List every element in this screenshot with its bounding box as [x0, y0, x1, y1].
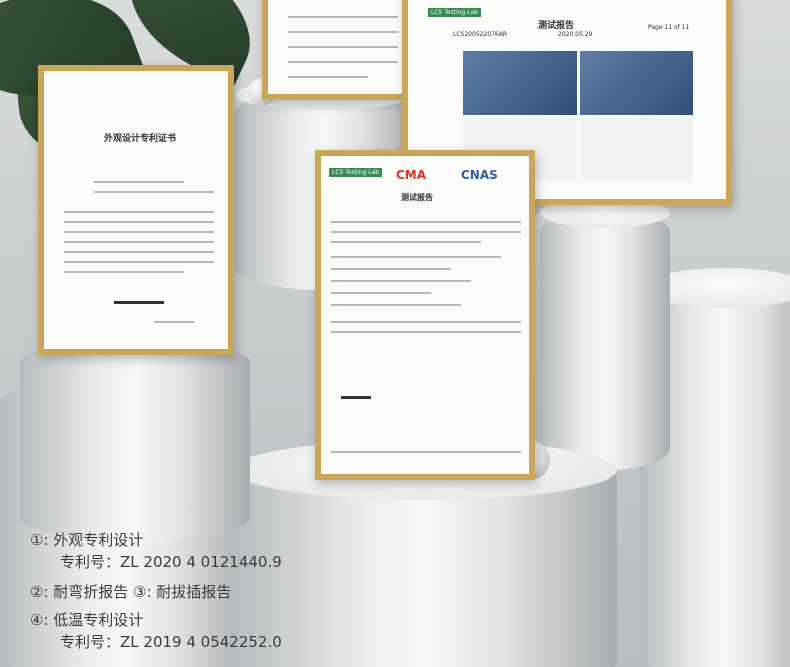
signature-line [341, 396, 371, 399]
report-title: 测试报告 [401, 193, 433, 202]
text-line [331, 268, 451, 270]
caption-line-1: ①: 外观专利设计 [30, 531, 144, 549]
text-line [331, 231, 521, 233]
text-line [64, 271, 184, 273]
text-line [331, 304, 461, 306]
text-line [288, 76, 368, 78]
text-line [94, 191, 214, 193]
patent-certificate-frame: 外观设计专利证书 [38, 65, 234, 355]
test-report-frame: LCS Testing Lab CMA CNAS 测试报告 [315, 150, 535, 480]
product-photo-scene: 外观设计专利证书 LCS Testing Lab 测试报告 LCS2005220… [0, 0, 790, 667]
text-line [331, 280, 471, 282]
pillar-middle-right [540, 210, 670, 470]
text-line [64, 211, 214, 213]
text-line [64, 251, 214, 253]
text-line [288, 31, 398, 33]
test-photo [579, 117, 693, 181]
caption-line-5: 专利号：ZL 2019 4 0542252.0 [60, 633, 282, 651]
text-line [331, 241, 481, 243]
report-number: LCS200522076AR [453, 31, 507, 38]
flowchart-report [268, 0, 416, 94]
patent-certificate: 外观设计专利证书 [44, 71, 228, 349]
text-line [288, 46, 398, 48]
pillar-left [20, 340, 250, 540]
test-photo [579, 51, 693, 115]
cnas-mark: CNAS [461, 168, 498, 182]
caption-line-3: ②: 耐弯折报告 ③: 耐拔插报告 [30, 583, 232, 601]
text-line [64, 261, 214, 263]
text-line [64, 231, 214, 233]
text-line [154, 321, 194, 323]
text-line [331, 256, 501, 258]
caption-line-4: ④: 低温专利设计 [30, 611, 144, 629]
text-line [331, 321, 521, 323]
text-line [331, 451, 521, 453]
signature-line [114, 301, 164, 304]
lcs-logo: LCS Testing Lab [428, 8, 482, 17]
report-page: Page 11 of 11 [648, 24, 690, 31]
patent-certificate-title: 外观设计专利证书 [104, 134, 177, 144]
flowchart-report-frame [262, 0, 422, 100]
report-title: 测试报告 [538, 21, 575, 31]
text-line [94, 181, 184, 183]
lcs-logo: LCS Testing Lab [329, 168, 383, 177]
caption-line-2: 专利号：ZL 2020 4 0121440.9 [60, 553, 282, 571]
text-line [331, 221, 521, 223]
report-date: 2020.05.29 [558, 31, 593, 38]
text-line [64, 241, 214, 243]
text-line [331, 331, 521, 333]
text-line [331, 292, 431, 294]
cma-mark: CMA [396, 168, 427, 182]
text-line [288, 61, 398, 63]
text-line [288, 16, 398, 18]
test-photo [463, 51, 577, 115]
text-line [64, 221, 214, 223]
test-report: LCS Testing Lab CMA CNAS 测试报告 [321, 156, 529, 474]
